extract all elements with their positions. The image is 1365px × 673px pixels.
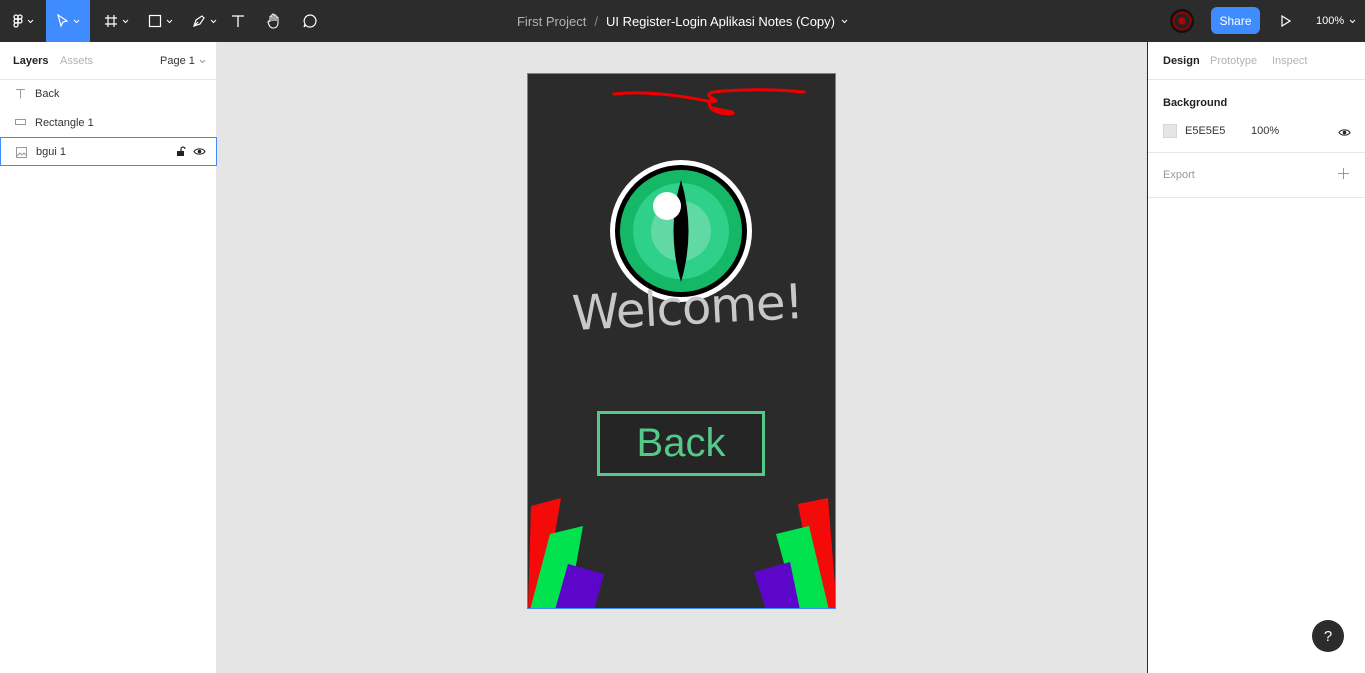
stripes-decoration-right xyxy=(754,498,835,608)
zoom-level: 100% xyxy=(1316,15,1345,27)
tab-prototype[interactable]: Prototype xyxy=(1210,55,1257,67)
figma-logo-icon xyxy=(12,14,23,28)
page-selector[interactable]: Page 1 xyxy=(160,55,206,67)
frame-tool-button[interactable] xyxy=(98,0,134,42)
chevron-down-icon xyxy=(122,19,128,23)
background-title: Background xyxy=(1163,97,1228,109)
rectangle-icon xyxy=(14,116,26,128)
add-export-button[interactable] xyxy=(1338,166,1349,184)
top-toolbar: First Project / UI Register-Login Aplika… xyxy=(0,0,1365,42)
chevron-down-icon[interactable] xyxy=(841,19,848,24)
chevron-down-icon xyxy=(166,19,172,23)
layers-panel-tabs: Layers Assets Page 1 xyxy=(0,42,216,80)
plus-icon xyxy=(1338,168,1349,179)
move-tool-button[interactable] xyxy=(46,0,90,42)
layer-item-rectangle-1[interactable]: Rectangle 1 xyxy=(0,108,217,137)
properties-panel-tabs: Design Prototype Inspect xyxy=(1148,42,1365,80)
canvas[interactable]: Welcome! Back xyxy=(217,42,1147,673)
chevron-down-icon xyxy=(27,19,33,23)
background-opacity-input[interactable]: 100% xyxy=(1251,125,1279,137)
chevron-down-icon xyxy=(1349,19,1356,23)
export-section: Export xyxy=(1148,153,1365,198)
project-name[interactable]: First Project xyxy=(517,14,586,29)
welcome-text: Welcome! xyxy=(570,273,805,342)
stripes-decoration-left xyxy=(528,498,604,608)
layer-item-back[interactable]: Back xyxy=(0,79,217,108)
background-section: Background E5E5E5 100% xyxy=(1148,80,1365,153)
eye-icon[interactable] xyxy=(193,147,206,159)
image-icon xyxy=(15,146,27,158)
file-name[interactable]: UI Register-Login Aplikasi Notes (Copy) xyxy=(606,14,835,29)
chevron-down-icon xyxy=(199,59,206,63)
layer-item-bgui-1[interactable]: bgui 1 xyxy=(0,137,217,166)
unlock-icon[interactable] xyxy=(176,146,186,160)
play-icon xyxy=(1281,15,1291,27)
tab-assets[interactable]: Assets xyxy=(60,55,93,67)
help-button[interactable]: ? xyxy=(1312,620,1344,652)
back-button[interactable]: Back xyxy=(597,411,765,476)
layer-name: bgui 1 xyxy=(36,145,66,158)
tab-design[interactable]: Design xyxy=(1163,55,1200,67)
avatar[interactable] xyxy=(1170,9,1194,33)
export-label: Export xyxy=(1163,169,1195,181)
properties-panel: Design Prototype Inspect Background E5E5… xyxy=(1147,42,1365,673)
text-icon xyxy=(232,15,244,27)
background-color-swatch[interactable] xyxy=(1163,124,1177,138)
zoom-dropdown[interactable]: 100% xyxy=(1316,0,1356,42)
main-menu-button[interactable] xyxy=(6,0,40,42)
cursor-icon xyxy=(56,14,68,28)
tab-inspect[interactable]: Inspect xyxy=(1272,55,1307,67)
text-icon xyxy=(14,87,26,99)
chevron-down-icon xyxy=(210,19,216,23)
layer-name: Back xyxy=(35,87,60,100)
text-tool-button[interactable] xyxy=(228,0,248,42)
comment-icon xyxy=(303,14,317,28)
square-icon xyxy=(148,14,161,28)
hand-tool-button[interactable] xyxy=(262,0,286,42)
eye-icon[interactable] xyxy=(1338,126,1351,140)
frame-bgui-1[interactable]: Welcome! Back xyxy=(527,73,836,609)
pen-tool-button[interactable] xyxy=(186,0,222,42)
breadcrumb-separator: / xyxy=(594,13,598,29)
red-scribble-decoration xyxy=(612,88,806,116)
tab-layers[interactable]: Layers xyxy=(13,55,48,67)
layers-panel: Layers Assets Page 1 Back Rectangle 1 bg… xyxy=(0,42,217,673)
pen-icon xyxy=(192,15,205,27)
share-button[interactable]: Share xyxy=(1211,7,1260,34)
chevron-down-icon xyxy=(73,19,79,23)
shape-tool-button[interactable] xyxy=(142,0,178,42)
background-hex-input[interactable]: E5E5E5 xyxy=(1185,125,1225,137)
hand-icon xyxy=(267,13,279,29)
layer-name: Rectangle 1 xyxy=(35,116,94,129)
frame-icon xyxy=(104,15,117,27)
page-name: Page 1 xyxy=(160,55,195,67)
comment-tool-button[interactable] xyxy=(299,0,321,42)
present-button[interactable] xyxy=(1276,11,1296,31)
